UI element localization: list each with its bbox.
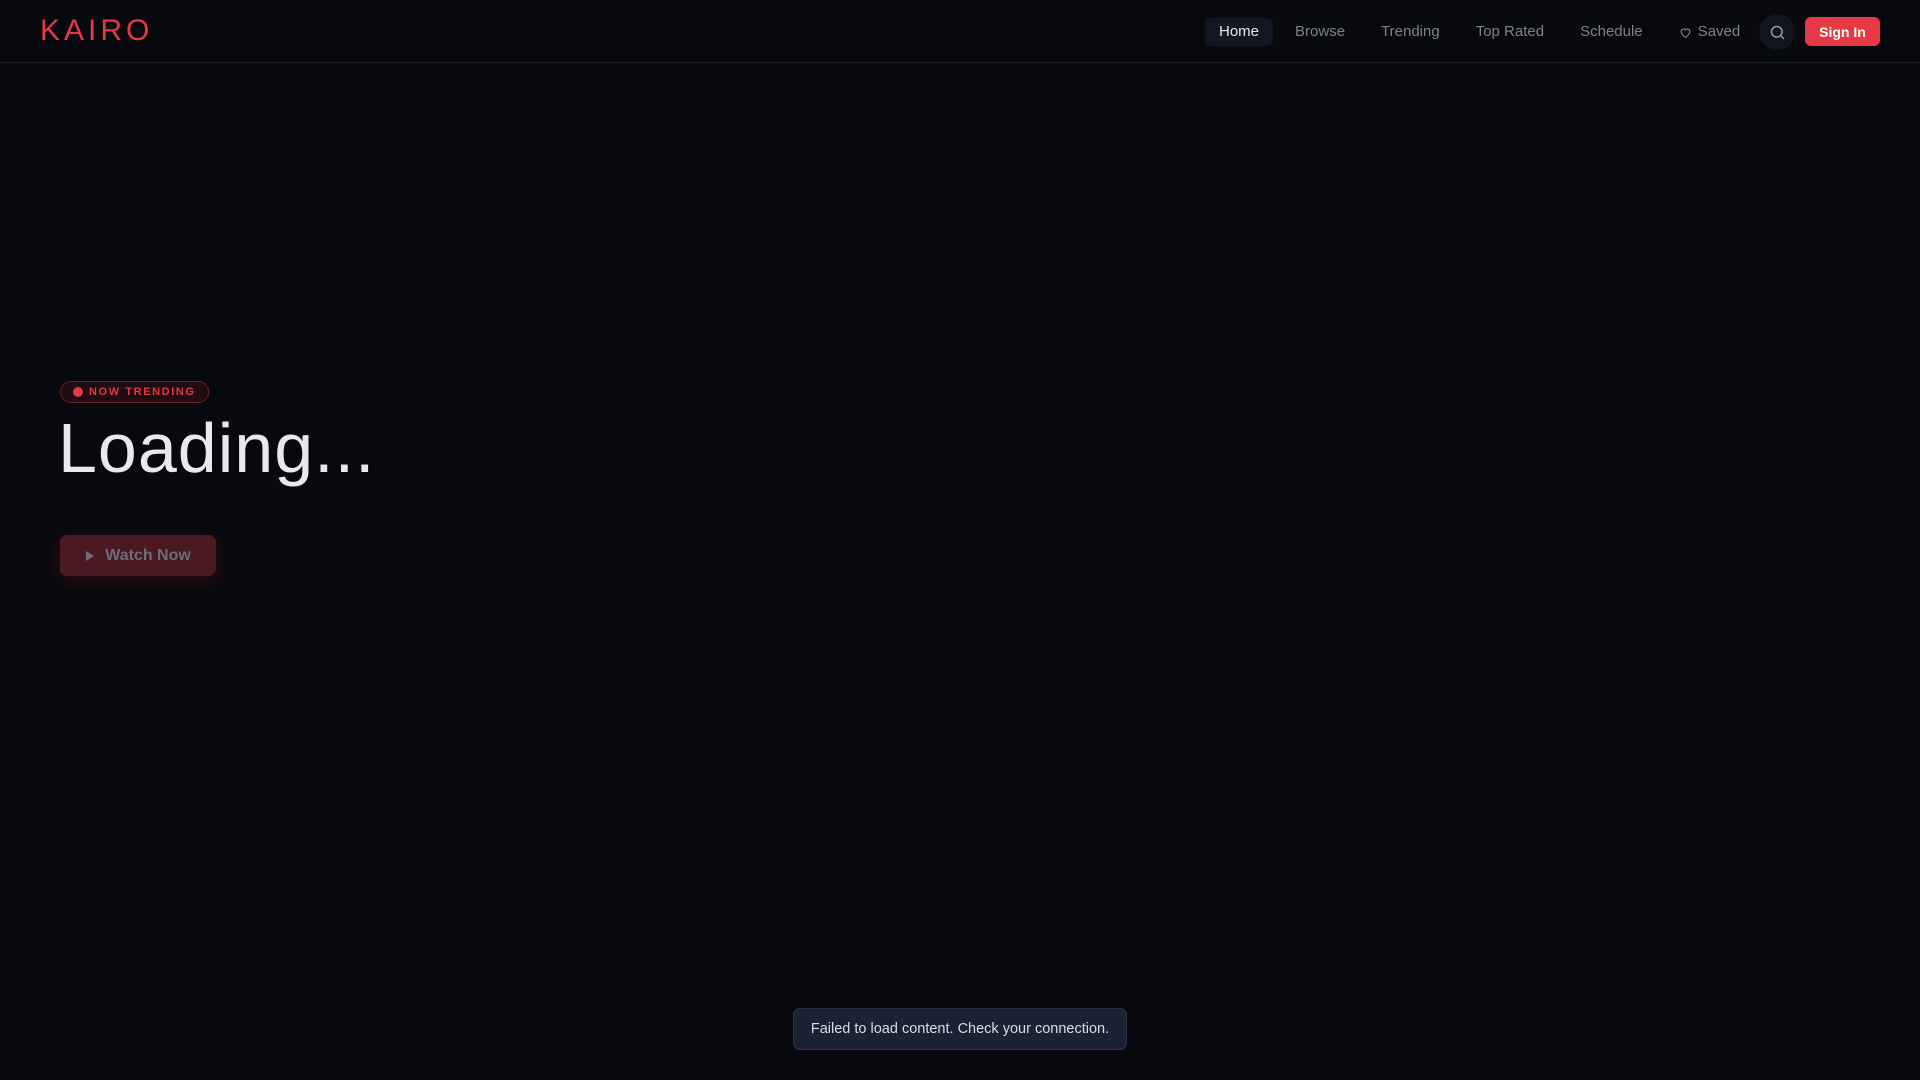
search-button[interactable] (1759, 14, 1795, 50)
nav-top-rated[interactable]: Top Rated (1462, 18, 1558, 46)
nav-saved-label: Saved (1697, 23, 1741, 40)
nav-trending-label: Trending (1381, 23, 1440, 40)
nav-browse-label: Browse (1295, 23, 1346, 40)
hero-title: Loading... (58, 409, 376, 487)
logo[interactable]: KAIRO (40, 14, 153, 48)
play-icon (86, 550, 95, 561)
trending-badge: NOW TRENDING (60, 381, 209, 403)
main-nav: Home Browse Trending Top Rated Schedule … (1205, 18, 1754, 46)
search-icon (1770, 25, 1784, 39)
nav-schedule-label: Schedule (1580, 23, 1643, 40)
top-header: KAIRO Home Browse Trending Top Rated Sch… (0, 0, 1920, 63)
watch-now-button[interactable]: Watch Now (60, 535, 216, 576)
heart-icon (1680, 27, 1691, 38)
nav-trending[interactable]: Trending (1367, 18, 1454, 46)
sign-in-button[interactable]: Sign In (1805, 17, 1880, 46)
badge-label: NOW TRENDING (89, 386, 196, 398)
nav-home[interactable]: Home (1205, 18, 1274, 46)
watch-now-label: Watch Now (105, 546, 191, 564)
nav-saved[interactable]: Saved (1665, 18, 1755, 46)
error-toast: Failed to load content. Check your conne… (793, 1008, 1127, 1050)
nav-schedule[interactable]: Schedule (1566, 18, 1657, 46)
nav-top-rated-label: Top Rated (1475, 23, 1545, 40)
nav-browse[interactable]: Browse (1281, 18, 1359, 46)
nav-home-label: Home (1219, 23, 1260, 40)
live-dot-icon (73, 387, 83, 397)
